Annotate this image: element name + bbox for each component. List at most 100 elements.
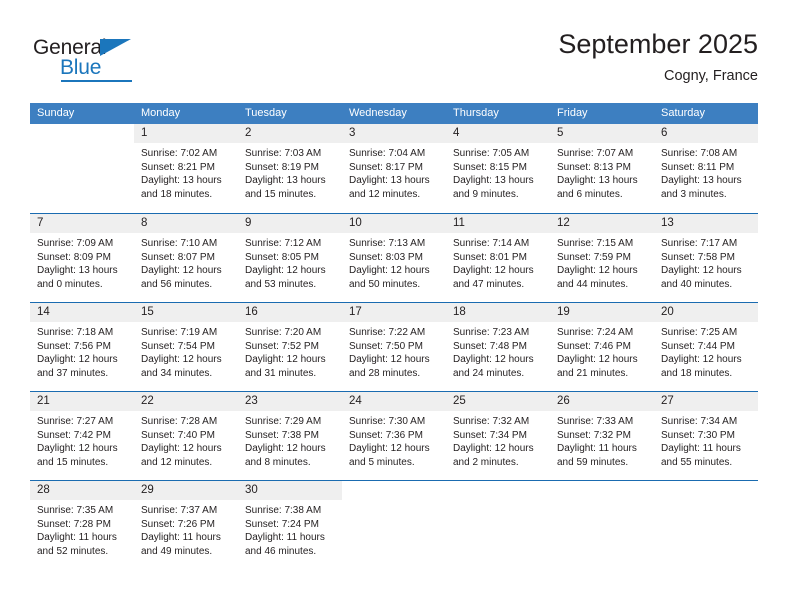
day-sunset-text: Sunset: 7:40 PM: [141, 429, 215, 441]
day-daylight-line1-text: Daylight: 12 hours: [245, 443, 326, 455]
day-daylight-line2-text: and 40 minutes.: [661, 278, 733, 290]
day-sunset-text: Sunset: 7:58 PM: [661, 251, 735, 263]
calendar-day-cell[interactable]: 24 Sunrise: 7:30 AM Sunset: 7:36 PM Dayligh…: [342, 392, 446, 480]
day-sunset-text: Sunset: 7:24 PM: [245, 518, 319, 530]
day-sunrise-text: Sunrise: 7:15 AM: [557, 238, 634, 249]
calendar-day-cell[interactable]: 26 Sunrise: 7:33 AM Sunset: 7:32 PM Dayligh…: [550, 392, 654, 480]
day-sun-info: Sunrise: 7:30 AM Sunset: 7:36 PM Daylight:…: [342, 411, 446, 469]
calendar-day-cell[interactable]: 21 Sunrise: 7:27 AM Sunset: 7:42 PM Dayligh…: [30, 392, 134, 480]
day-number: 8: [134, 214, 238, 233]
calendar-day-cell[interactable]: 1 Sunrise: 7:02 AM Sunset: 8:21 PM Daylight…: [134, 124, 238, 213]
calendar-day-cell[interactable]: 6 Sunrise: 7:08 AM Sunset: 8:11 PM Daylight…: [654, 124, 758, 213]
day-number: 26: [550, 392, 654, 411]
calendar-day-cell[interactable]: 29 Sunrise: 7:37 AM Sunset: 7:26 PM Dayligh…: [134, 481, 238, 569]
weekday-header-tuesday: Tuesday: [245, 107, 287, 119]
day-daylight-line2-text: and 12 minutes.: [349, 188, 421, 200]
day-daylight-line1-text: Daylight: 12 hours: [245, 354, 326, 366]
day-sunrise-text: Sunrise: 7:37 AM: [141, 505, 218, 516]
day-number: 18: [446, 303, 550, 322]
day-sunrise-text: Sunrise: 7:28 AM: [141, 416, 218, 427]
calendar-day-cell-empty: [342, 481, 446, 569]
day-sunset-text: Sunset: 8:09 PM: [37, 251, 111, 263]
day-sun-info: Sunrise: 7:20 AM Sunset: 7:52 PM Daylight:…: [238, 322, 342, 380]
day-daylight-line2-text: and 15 minutes.: [245, 188, 317, 200]
day-sunrise-text: Sunrise: 7:34 AM: [661, 416, 738, 427]
calendar-day-cell[interactable]: 5 Sunrise: 7:07 AM Sunset: 8:13 PM Daylight…: [550, 124, 654, 213]
day-sun-info: Sunrise: 7:07 AM Sunset: 8:13 PM Daylight:…: [550, 143, 654, 201]
day-sunrise-text: Sunrise: 7:03 AM: [245, 148, 322, 159]
calendar-day-cell[interactable]: 28 Sunrise: 7:35 AM Sunset: 7:28 PM Dayligh…: [30, 481, 134, 569]
day-sun-info: Sunrise: 7:18 AM Sunset: 7:56 PM Daylight:…: [30, 322, 134, 380]
day-number: [342, 481, 446, 500]
day-sunrise-text: Sunrise: 7:04 AM: [349, 148, 426, 159]
day-sunset-text: Sunset: 8:15 PM: [453, 161, 527, 173]
day-sunrise-text: Sunrise: 7:29 AM: [245, 416, 322, 427]
general-blue-logo[interactable]: General Blue: [33, 36, 153, 82]
day-number: 16: [238, 303, 342, 322]
day-daylight-line1-text: Daylight: 12 hours: [37, 354, 118, 366]
calendar-day-cell[interactable]: 10 Sunrise: 7:13 AM Sunset: 8:03 PM Dayligh…: [342, 214, 446, 302]
day-sunrise-text: Sunrise: 7:35 AM: [37, 505, 114, 516]
calendar-day-cell[interactable]: 7 Sunrise: 7:09 AM Sunset: 8:09 PM Daylight…: [30, 214, 134, 302]
calendar-day-cell[interactable]: 14 Sunrise: 7:18 AM Sunset: 7:56 PM Dayligh…: [30, 303, 134, 391]
calendar-day-cell[interactable]: 17 Sunrise: 7:22 AM Sunset: 7:50 PM Dayligh…: [342, 303, 446, 391]
day-sunrise-text: Sunrise: 7:25 AM: [661, 327, 738, 338]
day-daylight-line2-text: and 44 minutes.: [557, 278, 629, 290]
calendar-day-cell[interactable]: 15 Sunrise: 7:19 AM Sunset: 7:54 PM Dayligh…: [134, 303, 238, 391]
day-sunset-text: Sunset: 7:52 PM: [245, 340, 319, 352]
day-number: 5: [550, 124, 654, 143]
calendar-day-cell[interactable]: 3 Sunrise: 7:04 AM Sunset: 8:17 PM Daylight…: [342, 124, 446, 213]
calendar-day-cell[interactable]: 30 Sunrise: 7:38 AM Sunset: 7:24 PM Dayligh…: [238, 481, 342, 569]
calendar-day-cell[interactable]: 9 Sunrise: 7:12 AM Sunset: 8:05 PM Daylight…: [238, 214, 342, 302]
day-number: 13: [654, 214, 758, 233]
calendar-page: General Blue September 2025 Cogny, Franc…: [0, 0, 792, 612]
day-sun-info: Sunrise: 7:28 AM Sunset: 7:40 PM Daylight:…: [134, 411, 238, 469]
calendar-day-cell[interactable]: 13 Sunrise: 7:17 AM Sunset: 7:58 PM Dayligh…: [654, 214, 758, 302]
calendar-day-cell[interactable]: 4 Sunrise: 7:05 AM Sunset: 8:15 PM Daylight…: [446, 124, 550, 213]
day-daylight-line2-text: and 46 minutes.: [245, 545, 317, 557]
day-number: 23: [238, 392, 342, 411]
calendar-day-cell[interactable]: 27 Sunrise: 7:34 AM Sunset: 7:30 PM Dayligh…: [654, 392, 758, 480]
calendar-day-cell[interactable]: 16 Sunrise: 7:20 AM Sunset: 7:52 PM Dayligh…: [238, 303, 342, 391]
day-number: 11: [446, 214, 550, 233]
day-daylight-line2-text: and 52 minutes.: [37, 545, 109, 557]
calendar-day-cell[interactable]: 12 Sunrise: 7:15 AM Sunset: 7:59 PM Dayligh…: [550, 214, 654, 302]
day-sunrise-text: Sunrise: 7:08 AM: [661, 148, 738, 159]
day-sun-info: Sunrise: 7:14 AM Sunset: 8:01 PM Daylight:…: [446, 233, 550, 291]
day-sunset-text: Sunset: 7:59 PM: [557, 251, 631, 263]
calendar-day-cell[interactable]: 25 Sunrise: 7:32 AM Sunset: 7:34 PM Dayligh…: [446, 392, 550, 480]
day-sunrise-text: Sunrise: 7:19 AM: [141, 327, 218, 338]
calendar-week-row: 7 Sunrise: 7:09 AM Sunset: 8:09 PM Daylight…: [30, 213, 758, 302]
day-sun-info: Sunrise: 7:10 AM Sunset: 8:07 PM Daylight:…: [134, 233, 238, 291]
day-number: 15: [134, 303, 238, 322]
day-sunrise-text: Sunrise: 7:22 AM: [349, 327, 426, 338]
day-sunset-text: Sunset: 7:34 PM: [453, 429, 527, 441]
day-daylight-line2-text: and 56 minutes.: [141, 278, 213, 290]
day-sunset-text: Sunset: 7:42 PM: [37, 429, 111, 441]
page-title: September 2025: [558, 29, 758, 59]
day-daylight-line1-text: Daylight: 13 hours: [245, 175, 326, 187]
day-daylight-line1-text: Daylight: 12 hours: [37, 443, 118, 455]
day-daylight-line1-text: Daylight: 12 hours: [661, 354, 742, 366]
calendar-day-cell[interactable]: 22 Sunrise: 7:28 AM Sunset: 7:40 PM Dayligh…: [134, 392, 238, 480]
day-number: 9: [238, 214, 342, 233]
day-sunrise-text: Sunrise: 7:07 AM: [557, 148, 634, 159]
day-sun-info: Sunrise: 7:15 AM Sunset: 7:59 PM Daylight:…: [550, 233, 654, 291]
calendar-day-cell[interactable]: 18 Sunrise: 7:23 AM Sunset: 7:48 PM Dayligh…: [446, 303, 550, 391]
day-daylight-line1-text: Daylight: 12 hours: [349, 443, 430, 455]
calendar-day-cell[interactable]: 19 Sunrise: 7:24 AM Sunset: 7:46 PM Dayligh…: [550, 303, 654, 391]
weekday-header-row: Sunday Monday Tuesday Wednesday Thursday Frid…: [30, 103, 758, 124]
day-daylight-line2-text: and 34 minutes.: [141, 367, 213, 379]
calendar-day-cell[interactable]: 8 Sunrise: 7:10 AM Sunset: 8:07 PM Daylight…: [134, 214, 238, 302]
calendar-day-cell[interactable]: 11 Sunrise: 7:14 AM Sunset: 8:01 PM Dayligh…: [446, 214, 550, 302]
calendar-day-cell[interactable]: 2 Sunrise: 7:03 AM Sunset: 8:19 PM Daylight…: [238, 124, 342, 213]
day-daylight-line2-text: and 37 minutes.: [37, 367, 109, 379]
day-sunrise-text: Sunrise: 7:12 AM: [245, 238, 322, 249]
calendar-day-cell[interactable]: 20 Sunrise: 7:25 AM Sunset: 7:44 PM Dayligh…: [654, 303, 758, 391]
calendar-day-cell-empty: [446, 481, 550, 569]
calendar-day-cell[interactable]: 23 Sunrise: 7:29 AM Sunset: 7:38 PM Dayligh…: [238, 392, 342, 480]
day-sunrise-text: Sunrise: 7:20 AM: [245, 327, 322, 338]
day-sunset-text: Sunset: 7:54 PM: [141, 340, 215, 352]
day-sunrise-text: Sunrise: 7:33 AM: [557, 416, 634, 427]
calendar-week-row: 28 Sunrise: 7:35 AM Sunset: 7:28 PM Dayligh…: [30, 480, 758, 569]
